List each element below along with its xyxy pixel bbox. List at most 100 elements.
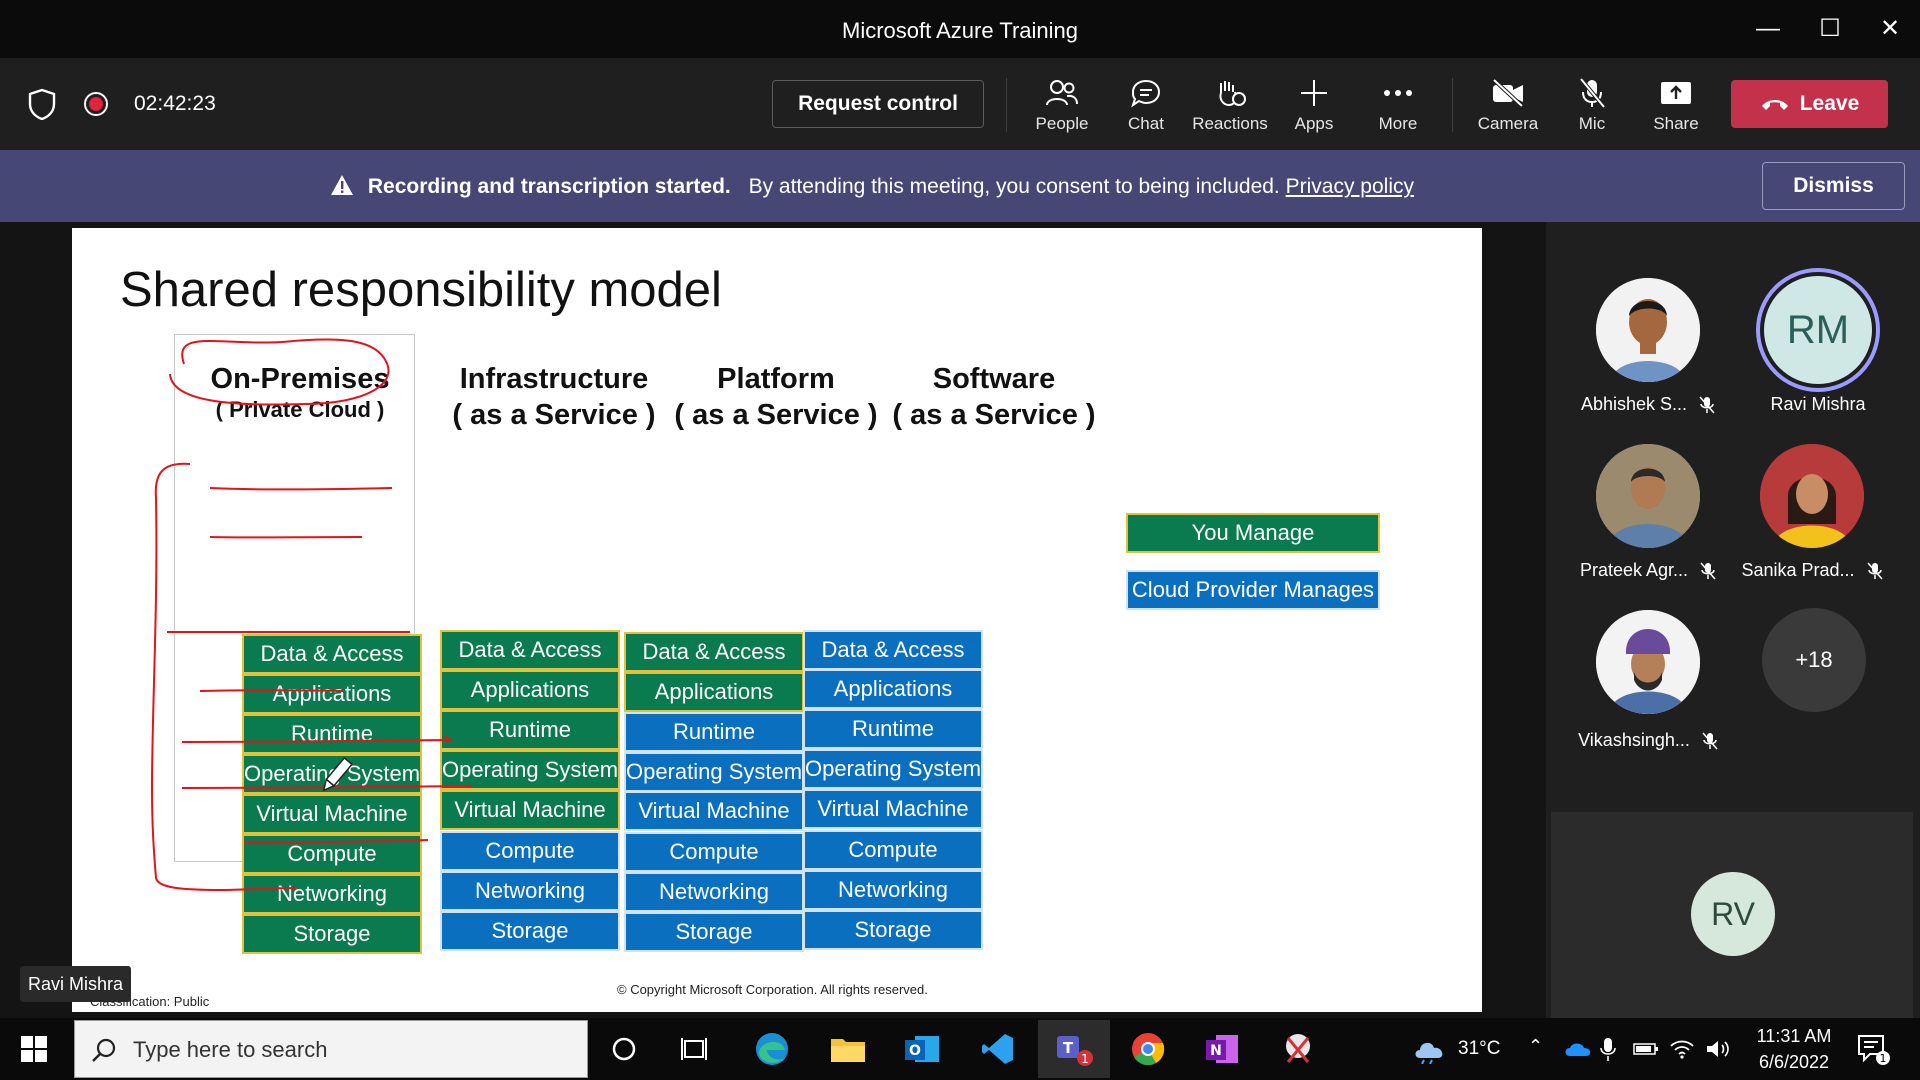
camera-off-icon bbox=[1492, 78, 1524, 108]
onenote-app[interactable]: N bbox=[1200, 1028, 1244, 1070]
mic-off-icon bbox=[1700, 562, 1716, 580]
toolbar-divider bbox=[1006, 78, 1007, 132]
participant-name: Ravi Mishra bbox=[1770, 394, 1866, 414]
participant-photo-icon bbox=[1596, 610, 1700, 714]
cortana-icon bbox=[612, 1037, 636, 1061]
notifications-button[interactable]: 1 bbox=[1852, 1028, 1896, 1070]
reactions-icon bbox=[1219, 81, 1246, 107]
chat-button[interactable]: Chat bbox=[1108, 72, 1184, 142]
weather-widget[interactable] bbox=[1408, 1028, 1452, 1070]
chat-icon bbox=[1131, 79, 1161, 108]
snipping-app[interactable] bbox=[1276, 1028, 1320, 1070]
banner-message: Recording and transcription started. By … bbox=[330, 174, 1414, 199]
recording-banner: Recording and transcription started. By … bbox=[0, 150, 1920, 222]
snip-icon bbox=[1286, 1034, 1310, 1063]
cortana-button[interactable] bbox=[602, 1028, 646, 1070]
outlook-app[interactable]: O bbox=[900, 1028, 944, 1070]
participant-name-text: Sanika Prad... bbox=[1741, 560, 1855, 580]
participant-photo-icon bbox=[1596, 278, 1700, 382]
teams-app[interactable]: T1 bbox=[1052, 1028, 1096, 1070]
edge-icon bbox=[756, 1033, 788, 1065]
svg-text:T: T bbox=[1063, 1039, 1074, 1057]
tray-chevron-up-icon[interactable]: ⌃ bbox=[1528, 1036, 1543, 1057]
toolbar-divider bbox=[1452, 78, 1453, 132]
mic-button[interactable]: Mic bbox=[1554, 72, 1630, 142]
start-button[interactable] bbox=[12, 1028, 56, 1070]
people-button[interactable]: People bbox=[1024, 72, 1100, 142]
shared-slide: Shared responsibility model On-Premises … bbox=[72, 228, 1482, 1012]
edge-app[interactable] bbox=[750, 1028, 794, 1070]
task-view-button[interactable] bbox=[672, 1028, 716, 1070]
close-button[interactable]: ✕ bbox=[1870, 12, 1910, 46]
volume-tray[interactable] bbox=[1696, 1028, 1740, 1070]
windows-taskbar: Type here to search O T1 N 31°C ⌃ 11:31 … bbox=[0, 1018, 1920, 1080]
battery-icon bbox=[1633, 1043, 1658, 1055]
privacy-policy-link[interactable]: Privacy policy bbox=[1286, 175, 1414, 198]
annotation-underline bbox=[209, 487, 393, 491]
participant-name-text: Vikashsingh... bbox=[1578, 730, 1690, 750]
avatar[interactable]: RV bbox=[1691, 872, 1775, 956]
banner-text: By attending this meeting, you consent t… bbox=[748, 175, 1280, 198]
task-view-icon bbox=[681, 1038, 707, 1060]
weather-temp: 31°C bbox=[1458, 1038, 1501, 1059]
share-button[interactable]: Share bbox=[1638, 72, 1714, 142]
mic-off-icon bbox=[1866, 562, 1883, 580]
avatar[interactable] bbox=[1760, 444, 1864, 548]
people-label: People bbox=[1035, 114, 1089, 133]
teams-badge: 1 bbox=[1081, 1052, 1089, 1066]
participant-name: Prateek Agr... bbox=[1563, 560, 1733, 581]
minimize-button[interactable]: — bbox=[1748, 12, 1788, 46]
taskbar-search[interactable]: Type here to search bbox=[74, 1020, 588, 1078]
more-button[interactable]: More bbox=[1360, 72, 1436, 142]
avatar[interactable]: RM bbox=[1764, 276, 1872, 384]
participant-name-text: Abhishek S... bbox=[1580, 394, 1688, 414]
apps-button[interactable]: Apps bbox=[1276, 72, 1352, 142]
svg-text:O: O bbox=[909, 1043, 921, 1059]
share-label: Share bbox=[1653, 114, 1699, 133]
banner-bold-text: Recording and transcription started. bbox=[367, 175, 731, 198]
participant-name: Vikashsingh... bbox=[1563, 730, 1733, 751]
people-icon bbox=[1046, 80, 1078, 106]
chat-label: Chat bbox=[1128, 114, 1164, 133]
shield-icon[interactable] bbox=[28, 88, 56, 120]
plus-icon bbox=[1301, 80, 1327, 106]
vscode-app[interactable] bbox=[976, 1028, 1020, 1070]
clock-date[interactable]: 6/6/2022 bbox=[1752, 1052, 1836, 1073]
avatar[interactable] bbox=[1596, 610, 1700, 714]
participant-name: Sanika Prad... bbox=[1727, 560, 1897, 581]
reactions-button[interactable]: Reactions bbox=[1192, 72, 1268, 142]
request-control-button[interactable]: Request control bbox=[772, 80, 984, 128]
participant-photo-icon bbox=[1760, 444, 1864, 548]
avatar[interactable] bbox=[1596, 444, 1700, 548]
participant-name: Abhishek S... bbox=[1563, 394, 1733, 415]
mic-off-icon bbox=[1579, 77, 1606, 109]
folder-icon bbox=[831, 1039, 865, 1062]
mic-off-icon bbox=[1702, 732, 1718, 750]
notification-icon: 1 bbox=[1858, 1035, 1890, 1065]
more-participants-button[interactable]: +18 bbox=[1762, 608, 1866, 712]
file-explorer-app[interactable] bbox=[826, 1028, 870, 1070]
window-title: Microsoft Azure Training bbox=[842, 18, 1078, 43]
recording-icon bbox=[84, 92, 108, 116]
mic-label: Mic bbox=[1578, 114, 1606, 133]
dismiss-button[interactable]: Dismiss bbox=[1762, 162, 1905, 210]
chrome-icon bbox=[1132, 1033, 1165, 1066]
notification-badge: 1 bbox=[1880, 1052, 1887, 1065]
participant-name-text: Prateek Agr... bbox=[1579, 560, 1689, 580]
camera-button[interactable]: Camera bbox=[1470, 72, 1546, 142]
chrome-app[interactable] bbox=[1126, 1028, 1170, 1070]
clock-time[interactable]: 11:31 AM bbox=[1752, 1026, 1836, 1047]
teams-icon: T1 bbox=[1057, 1036, 1093, 1066]
svg-text:N: N bbox=[1210, 1043, 1222, 1059]
self-video-tile: RV bbox=[1551, 812, 1913, 1018]
more-dots-icon bbox=[1384, 90, 1412, 96]
onenote-icon: N bbox=[1206, 1035, 1238, 1063]
avatar[interactable] bbox=[1596, 278, 1700, 382]
outlook-icon: O bbox=[905, 1036, 939, 1062]
microphone-icon bbox=[1600, 1038, 1616, 1061]
more-label: More bbox=[1378, 114, 1418, 133]
leave-button[interactable]: Leave bbox=[1731, 80, 1888, 128]
weather-cloud-icon bbox=[1415, 1042, 1443, 1064]
maximize-button[interactable]: ☐ bbox=[1810, 12, 1850, 46]
meeting-timer: 02:42:23 bbox=[134, 92, 216, 115]
